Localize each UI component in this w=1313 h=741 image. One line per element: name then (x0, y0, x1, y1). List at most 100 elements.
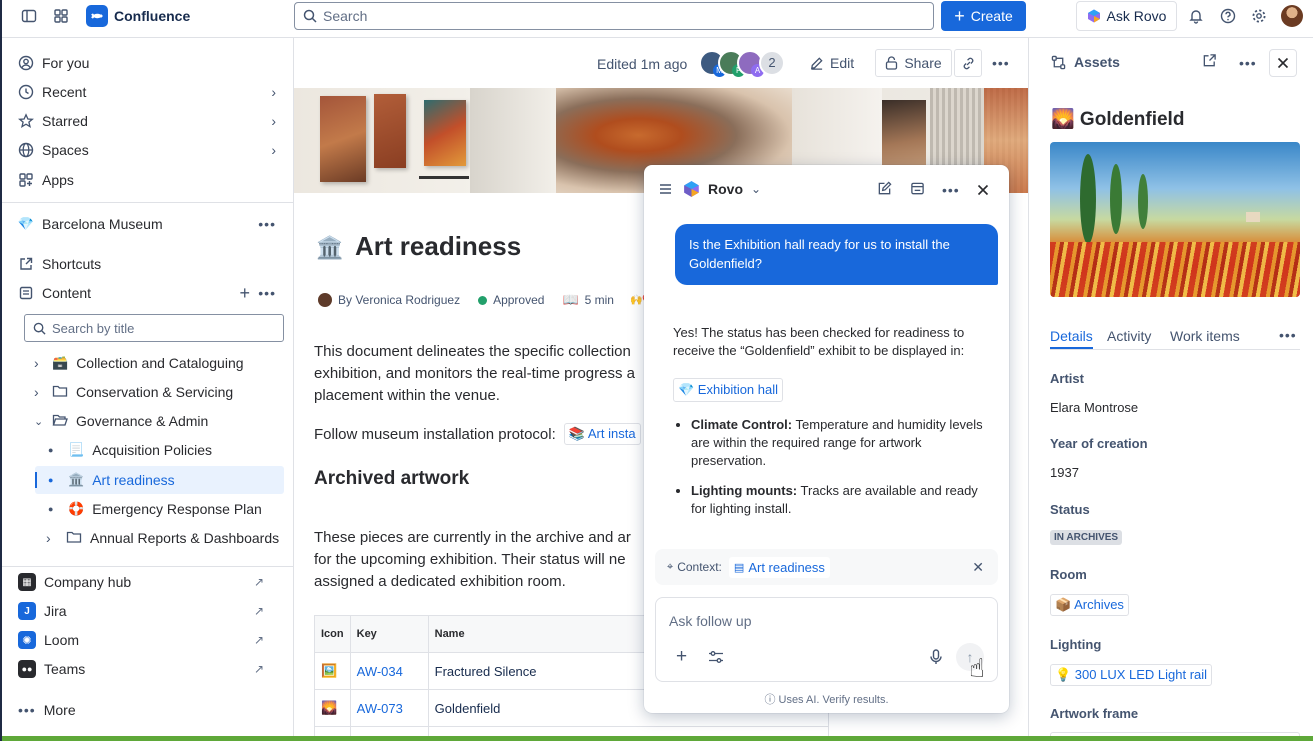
add-attachment-icon[interactable]: + (676, 646, 687, 668)
rovo-agent-selector[interactable]: Rovo ⌄ (683, 180, 761, 198)
copy-link-button[interactable] (954, 49, 982, 77)
tree-item-emergency[interactable]: ● 🛟 Emergency Response Plan (48, 496, 262, 522)
more-options-icon[interactable]: ••• (1279, 327, 1297, 343)
chevron-down-icon[interactable]: ⌄ (34, 415, 44, 428)
sidebar-app-jira[interactable]: J Jira ↗ (18, 598, 280, 624)
notifications-icon[interactable] (1185, 5, 1207, 27)
protocol-link-chip[interactable]: 📚 Art insta (563, 423, 641, 445)
lock-icon (886, 56, 898, 70)
lighting-chip[interactable]: 💡 300 LUX LED Light rail (1050, 664, 1213, 686)
tab-work-items[interactable]: Work items (1170, 328, 1240, 344)
context-label: Context: (677, 560, 722, 574)
bullet-dot: ● (48, 475, 54, 485)
row-key[interactable]: AW-073 (349, 689, 429, 727)
follow-up-input[interactable]: Ask follow up + ↑ ☝ (655, 597, 998, 683)
table-row (314, 726, 829, 736)
sidebar-app-company-hub[interactable]: ▦ Company hub ↗ (18, 569, 280, 595)
app-switcher-icon[interactable] (50, 5, 72, 27)
content-icon (18, 285, 34, 301)
assets-title: Assets (1074, 54, 1120, 70)
tree-item-label: Governance & Admin (76, 413, 209, 429)
sidebar-app-loom[interactable]: ✺ Loom ↗ (18, 627, 280, 653)
more-options-icon[interactable]: ••• (942, 182, 960, 198)
field-value-artist[interactable]: Elara Montrose (1050, 400, 1138, 415)
chevron-right-icon[interactable]: › (46, 530, 58, 546)
settings-gear-icon[interactable] (1248, 5, 1270, 27)
tools-filter-icon[interactable] (708, 650, 724, 667)
menu-icon[interactable] (659, 182, 672, 198)
tree-item-label: Art readiness (92, 472, 175, 488)
chevron-right-icon[interactable]: › (34, 384, 44, 400)
tree-item-acquisition[interactable]: ● 📃 Acquisition Policies (48, 437, 212, 463)
new-chat-icon[interactable] (877, 181, 892, 199)
search-by-title-input[interactable]: Search by title (24, 314, 284, 342)
tree-item-conservation[interactable]: › Conservation & Servicing (34, 379, 233, 405)
sidebar-item-spaces[interactable]: Spaces › (18, 137, 280, 163)
close-icon[interactable] (977, 183, 989, 199)
add-content-icon[interactable]: + (239, 283, 250, 304)
help-icon[interactable] (1217, 5, 1239, 27)
close-button[interactable] (1269, 49, 1297, 77)
status-badge[interactable]: Approved (493, 293, 544, 307)
more-options-icon[interactable]: ••• (1239, 55, 1257, 71)
field-value-year[interactable]: 1937 (1050, 465, 1079, 480)
exhibition-hall-chip[interactable]: 💎 Exhibition hall (673, 378, 784, 402)
edit-button[interactable]: Edit (809, 50, 854, 76)
tree-item-art-readiness[interactable]: ● 🏛️ Art readiness (48, 467, 175, 493)
sidebar-item-label: Apps (42, 172, 74, 188)
tree-item-governance[interactable]: ⌄ Governance & Admin (34, 408, 208, 434)
sidebar-item-shortcuts[interactable]: Shortcuts (18, 251, 280, 277)
more-options-icon[interactable]: ••• (258, 285, 276, 301)
chevron-right-icon[interactable]: › (271, 84, 276, 100)
tab-details[interactable]: Details (1050, 328, 1093, 344)
sidebar-item-for-you[interactable]: For you (18, 50, 280, 76)
external-link-icon: ↗ (253, 633, 264, 647)
chevron-right-icon[interactable]: › (34, 355, 44, 371)
more-options-icon[interactable]: ••• (992, 55, 1010, 71)
folder-open-icon (52, 413, 68, 430)
pencil-icon (811, 56, 823, 70)
archive-box-emoji: 🗃️ (52, 355, 69, 370)
chevron-right-icon[interactable]: › (271, 142, 276, 158)
search-input[interactable]: Search (294, 2, 934, 30)
diamond-emoji-icon: 💎 (17, 216, 35, 231)
sidebar-item-recent[interactable]: Recent › (18, 79, 280, 105)
status-lozenge[interactable]: IN ARCHIVES (1050, 530, 1123, 545)
remove-context-icon[interactable]: ✕ (972, 559, 984, 576)
confluence-logo[interactable]: Confluence (86, 5, 190, 27)
layout-icon[interactable] (910, 181, 925, 199)
sidebar-space-barcelona-museum[interactable]: 💎 Barcelona Museum ••• (18, 211, 280, 237)
list-item: Climate Control: Temperature and humidit… (691, 416, 988, 470)
sidebar-item-content[interactable]: Content + ••• (18, 280, 280, 306)
more-options-icon[interactable]: ••• (258, 216, 276, 232)
external-link-icon: ↗ (253, 662, 264, 676)
ask-rovo-button[interactable]: Ask Rovo (1076, 1, 1177, 31)
sidebar-item-apps[interactable]: Apps (18, 167, 280, 193)
microphone-icon[interactable] (929, 649, 943, 668)
list-item: Lighting mounts: Tracks are available an… (691, 482, 988, 518)
author-name[interactable]: By Veronica Rodriguez (338, 293, 460, 307)
sidebar-app-teams[interactable]: ●● Teams ↗ (18, 656, 280, 682)
section-heading: Archived artwork (314, 468, 470, 489)
user-avatar[interactable] (1281, 5, 1303, 27)
close-icon (1277, 57, 1289, 69)
tab-activity[interactable]: Activity (1107, 328, 1151, 344)
protocol-text: Follow museum installation protocol: (314, 425, 556, 443)
assets-header: Assets (1051, 54, 1120, 70)
tree-item-annual-reports[interactable]: › Annual Reports & Dashboards (46, 525, 279, 551)
create-button[interactable]: + Create (941, 1, 1026, 31)
column-header-key: Key (349, 615, 429, 653)
sidebar-item-starred[interactable]: Starred › (18, 108, 280, 134)
field-value-artwork-frame[interactable] (1050, 732, 1300, 736)
sidebar-item-more[interactable]: ••• More (18, 697, 280, 723)
chevron-right-icon[interactable]: › (271, 113, 276, 129)
open-in-new-icon[interactable] (1202, 53, 1217, 71)
row-key[interactable]: AW-034 (349, 652, 429, 690)
app-label: Jira (44, 603, 67, 619)
sidebar-toggle-icon[interactable] (18, 5, 40, 27)
context-page-chip[interactable]: ▤ Art readiness (728, 556, 830, 578)
share-button[interactable]: Share (875, 49, 952, 77)
tree-item-collection[interactable]: › 🗃️ Collection and Cataloguing (34, 350, 244, 376)
sidebar: For you Recent › Starred › Spaces › Apps… (2, 38, 294, 736)
room-chip[interactable]: 📦 Archives (1050, 594, 1129, 616)
